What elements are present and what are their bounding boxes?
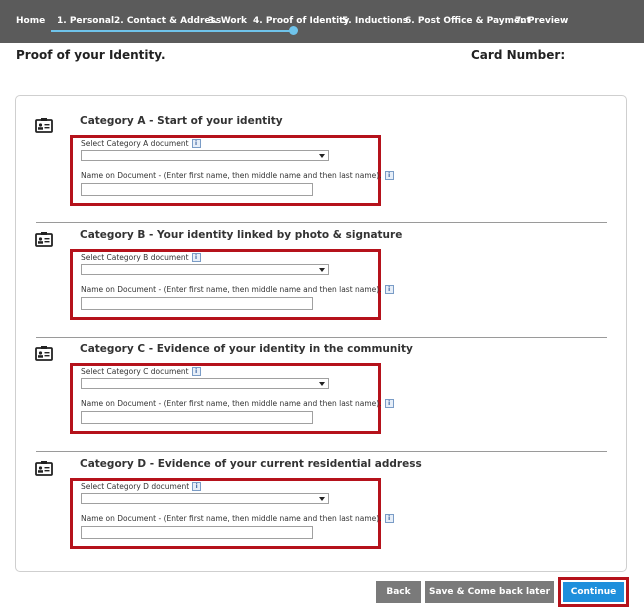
section-divider — [36, 222, 607, 223]
info-icon[interactable]: i — [384, 285, 394, 294]
info-icon[interactable]: i — [192, 482, 202, 491]
info-icon[interactable]: i — [384, 514, 394, 523]
info-icon[interactable]: i — [191, 139, 201, 148]
id-card-icon — [35, 118, 53, 133]
category-c-document-select[interactable] — [81, 378, 329, 389]
category-b-fields-box: Select Category B document i Name on Docu… — [70, 249, 394, 320]
category-title: Category B - Your identity linked by pho… — [80, 229, 403, 241]
name-on-document-label: Name on Document - (Enter first name, th… — [81, 285, 394, 294]
category-a-document-select[interactable] — [81, 150, 329, 161]
category-d-document-select[interactable] — [81, 493, 329, 504]
info-icon[interactable]: i — [191, 367, 201, 376]
section-divider — [36, 337, 607, 338]
category-d-name-input[interactable] — [81, 526, 313, 539]
card-number-label: Card Number: — [471, 48, 566, 62]
nav-item-post-office-payment[interactable]: 6. Post Office & Payment — [405, 16, 531, 26]
dropdown-arrow-icon — [319, 382, 325, 386]
continue-button-highlight: Continue — [558, 577, 629, 607]
dropdown-arrow-icon — [319, 268, 325, 272]
select-document-label: Select Category C document i — [81, 367, 201, 376]
dropdown-arrow-icon — [319, 154, 325, 158]
category-d-fields-box: Select Category D document i Name on Docu… — [70, 478, 394, 549]
continue-button[interactable]: Continue — [563, 582, 624, 602]
nav-item-proof-of-identity[interactable]: 4. Proof of Identity — [253, 16, 349, 26]
nav-item-home[interactable]: Home — [16, 16, 45, 26]
back-button[interactable]: Back — [376, 581, 421, 603]
category-c-name-input[interactable] — [81, 411, 313, 424]
progress-track — [51, 30, 294, 32]
category-a-name-input[interactable] — [81, 183, 313, 196]
select-document-label: Select Category B document i — [81, 253, 201, 262]
category-a-fields-box: Select Category A document i Name on Docu… — [70, 135, 394, 206]
save-and-come-back-later-button[interactable]: Save & Come back later — [425, 581, 554, 603]
nav-item-personal[interactable]: 1. Personal — [57, 16, 114, 26]
category-title: Category D - Evidence of your current re… — [80, 458, 422, 470]
id-card-icon — [35, 461, 53, 476]
category-b-name-input[interactable] — [81, 297, 313, 310]
page-title: Proof of your Identity. — [16, 48, 166, 62]
name-on-document-label: Name on Document - (Enter first name, th… — [81, 514, 394, 523]
name-on-document-label: Name on Document - (Enter first name, th… — [81, 171, 394, 180]
nav-item-contact-address[interactable]: 2. Contact & Address — [114, 16, 221, 26]
category-c-fields-box: Select Category C document i Name on Docu… — [70, 363, 394, 434]
section-divider — [36, 451, 607, 452]
nav-item-work[interactable]: 3. Work — [208, 16, 247, 26]
select-document-label: Select Category D document i — [81, 482, 202, 491]
select-document-label: Select Category A document i — [81, 139, 201, 148]
id-card-icon — [35, 346, 53, 361]
dropdown-arrow-icon — [319, 497, 325, 501]
info-icon[interactable]: i — [384, 171, 394, 180]
nav-item-inductions[interactable]: 5. Inductions — [342, 16, 408, 26]
category-title: Category C - Evidence of your identity i… — [80, 343, 413, 355]
top-navigation-bar: Home 1. Personal 2. Contact & Address 3.… — [0, 0, 644, 43]
name-on-document-label: Name on Document - (Enter first name, th… — [81, 399, 394, 408]
id-card-icon — [35, 232, 53, 247]
category-b-document-select[interactable] — [81, 264, 329, 275]
progress-current-marker — [289, 26, 298, 35]
nav-item-preview[interactable]: 7. Preview — [515, 16, 568, 26]
category-title: Category A - Start of your identity — [80, 115, 283, 127]
info-icon[interactable]: i — [191, 253, 201, 262]
info-icon[interactable]: i — [384, 399, 394, 408]
